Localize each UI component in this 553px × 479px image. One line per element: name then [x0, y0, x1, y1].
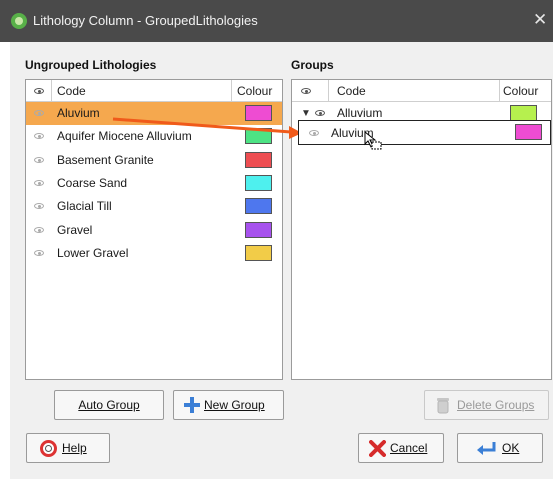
trash-icon [437, 398, 449, 414]
visibility-header-icon[interactable] [301, 88, 311, 94]
window-titlebar: Lithology Column - GroupedLithologies ✕ [0, 0, 553, 42]
colour-swatch[interactable] [245, 174, 272, 191]
lithology-name: Aluvium [57, 106, 100, 120]
plus-icon [184, 397, 200, 413]
lithology-name: Lower Gravel [57, 245, 129, 260]
lithology-row[interactable]: Aquifer Miocene Alluvium [26, 125, 282, 148]
colour-swatch[interactable] [245, 244, 272, 261]
code-column-header[interactable]: Code [337, 80, 366, 102]
visibility-eye-icon[interactable] [34, 249, 44, 256]
auto-group-button[interactable]: Auto Group [54, 390, 164, 420]
move-cursor-icon [364, 131, 382, 150]
auto-group-label: Auto Group [78, 398, 140, 412]
drag-ghost-item: Aluvium [298, 120, 551, 145]
app-logo-icon [11, 13, 27, 29]
lithology-name: Basement Granite [57, 152, 154, 167]
cancel-x-icon [369, 440, 386, 457]
lithology-name: Coarse Sand [57, 175, 128, 190]
visibility-eye-icon[interactable] [34, 110, 44, 116]
lithology-row[interactable]: Coarse Sand [26, 172, 282, 195]
visibility-header-icon[interactable] [34, 88, 44, 94]
column-divider [51, 80, 52, 102]
groups-label: Groups [291, 58, 334, 72]
colour-column-header[interactable]: Colour [503, 80, 538, 102]
lithology-row[interactable]: Gravel [26, 219, 282, 242]
visibility-eye-icon[interactable] [34, 226, 44, 233]
cancel-label: Cancel [390, 441, 428, 455]
dialog-body: Ungrouped Lithologies Code Colour Aluviu… [10, 42, 553, 479]
close-icon[interactable]: ✕ [533, 10, 547, 30]
lithology-name: Gravel [57, 222, 93, 237]
colour-swatch [515, 124, 542, 140]
ungrouped-list-header: Code Colour [26, 80, 282, 102]
enter-arrow-icon [477, 442, 496, 455]
visibility-eye-icon[interactable] [34, 133, 44, 140]
lithology-row[interactable]: Glacial Till [26, 195, 282, 218]
colour-swatch[interactable] [245, 221, 272, 238]
ungrouped-lithologies-list[interactable]: Code Colour Aluvium Aquifer Miocene Alluv… [25, 79, 283, 380]
new-group-label: New Group [204, 398, 265, 412]
visibility-eye-icon[interactable] [315, 110, 325, 116]
colour-swatch[interactable] [510, 105, 537, 121]
visibility-eye-icon[interactable] [34, 156, 44, 163]
delete-groups-label: Delete Groups [457, 398, 535, 412]
lithology-row[interactable]: Basement Granite [26, 149, 282, 172]
ungrouped-lithologies-label: Ungrouped Lithologies [25, 58, 157, 72]
window-title: Lithology Column - GroupedLithologies [33, 13, 258, 28]
cancel-button[interactable]: Cancel [358, 433, 444, 463]
delete-groups-button[interactable]: Delete Groups [424, 390, 549, 420]
colour-swatch[interactable] [245, 105, 272, 121]
code-column-header[interactable]: Code [57, 80, 86, 102]
help-lifebuoy-icon [40, 440, 57, 457]
column-divider [231, 80, 232, 102]
ok-label: OK [502, 441, 520, 455]
groups-tree-header: Code Colour [292, 80, 551, 102]
colour-column-header[interactable]: Colour [237, 80, 272, 102]
help-label: Help [62, 441, 87, 455]
lithology-name: Aquifer Miocene Alluvium [57, 129, 192, 144]
help-button[interactable]: Help [26, 433, 110, 463]
visibility-eye-icon [309, 130, 319, 136]
visibility-eye-icon[interactable] [34, 203, 44, 210]
column-divider [499, 80, 500, 102]
colour-swatch[interactable] [245, 128, 272, 145]
lithology-row[interactable]: Lower Gravel [26, 242, 282, 265]
new-group-button[interactable]: New Group [173, 390, 284, 420]
colour-swatch[interactable] [245, 198, 272, 215]
column-divider [328, 80, 329, 102]
lithology-name: Glacial Till [57, 199, 112, 214]
lithology-row[interactable]: Aluvium [26, 102, 282, 125]
colour-swatch[interactable] [245, 151, 272, 168]
visibility-eye-icon[interactable] [34, 179, 44, 186]
ok-button[interactable]: OK [457, 433, 543, 463]
